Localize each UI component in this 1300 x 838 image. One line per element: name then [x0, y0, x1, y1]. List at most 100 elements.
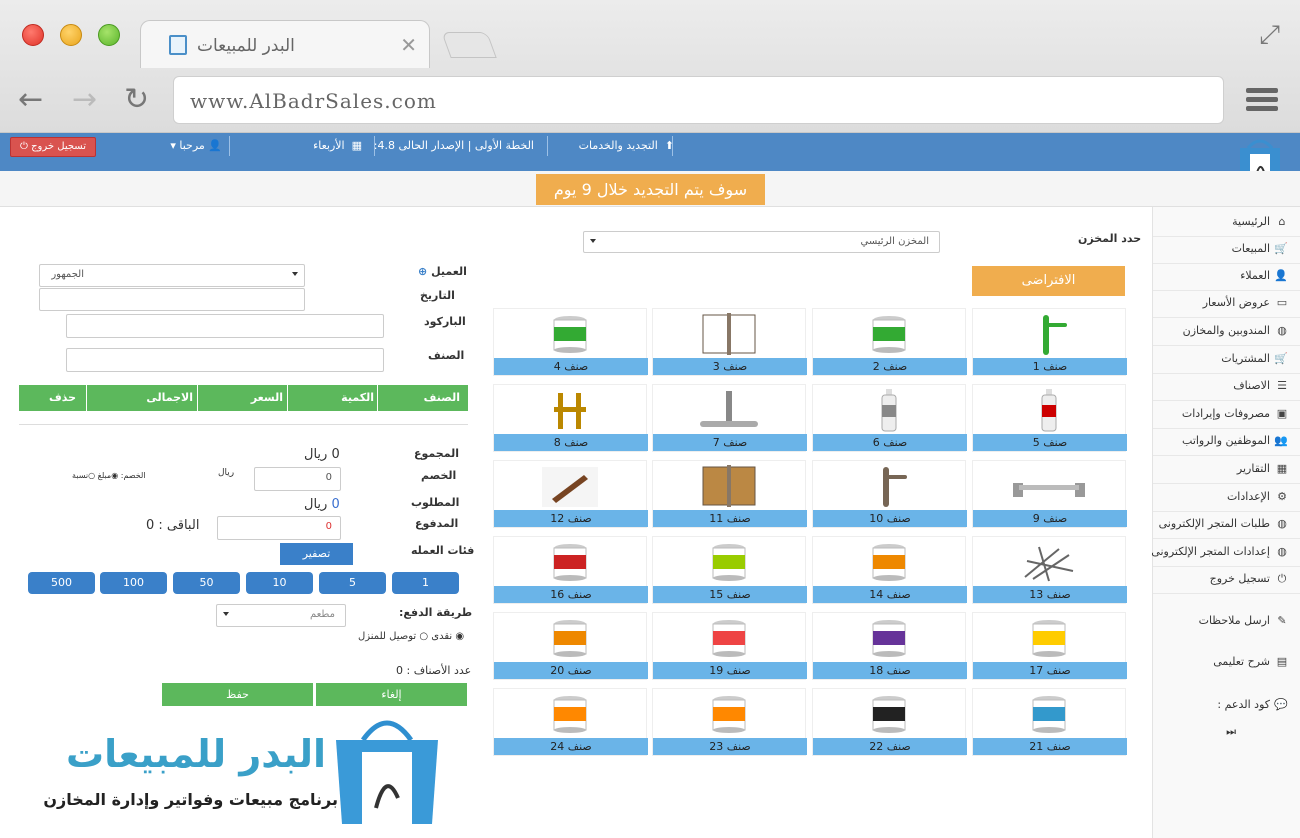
reload-icon[interactable]: ↻: [124, 82, 149, 117]
discount-input[interactable]: 0: [254, 467, 341, 491]
sidebar-item-label: طلبات المتجر الإلكترونى: [1158, 517, 1270, 530]
product-tile[interactable]: صنف 22: [812, 688, 967, 756]
sidebar-item-8[interactable]: 👥 الموظفين والرواتب: [1182, 434, 1288, 447]
logout-button[interactable]: ⏻ تسجيل خروج: [10, 137, 96, 157]
product-tile[interactable]: صنف 9: [972, 460, 1127, 528]
product-tile[interactable]: صنف 21: [972, 688, 1127, 756]
product-label: صنف 23: [653, 738, 807, 755]
sidebar-item-4[interactable]: ◍ المندوبين والمخازن: [1183, 324, 1288, 337]
product-tile[interactable]: صنف 8: [493, 384, 648, 452]
denomination-button[interactable]: 10: [246, 572, 313, 594]
cancel-button[interactable]: إلغاء: [316, 683, 467, 706]
product-tile[interactable]: صنف 19: [652, 612, 807, 680]
product-tile[interactable]: صنف 4: [493, 308, 648, 376]
product-tile[interactable]: صنف 1: [972, 308, 1127, 376]
new-tab-button[interactable]: [441, 32, 497, 58]
welcome-dropdown[interactable]: 👤 مرحبا ▾: [170, 139, 222, 152]
list-icon: ☰: [1277, 379, 1287, 392]
hook-icon: [542, 467, 598, 507]
product-tile[interactable]: صنف 24: [493, 688, 648, 756]
top-navbar: ⬆ التجديد والخدمات الخطة الأولى | الإصدا…: [0, 133, 1300, 171]
next-icon[interactable]: ⏭: [1226, 725, 1236, 739]
forward-icon[interactable]: →: [72, 82, 97, 117]
close-window-button[interactable]: [22, 24, 44, 46]
product-tile[interactable]: صنف 20: [493, 612, 648, 680]
sidebar-item-label: إعدادات المتجر الإلكترونى: [1151, 545, 1270, 558]
denomination-button[interactable]: 50: [173, 572, 240, 594]
sidebar-item-3[interactable]: ▭ عروض الأسعار: [1203, 296, 1288, 309]
paid-input[interactable]: 0: [217, 516, 341, 540]
product-tile[interactable]: صنف 12: [493, 460, 648, 528]
denomination-button[interactable]: 500: [28, 572, 95, 594]
sidebar-item-9[interactable]: ▦ التقارير: [1237, 462, 1288, 475]
product-tile[interactable]: صنف 15: [652, 536, 807, 604]
customer-select[interactable]: الجمهور: [39, 264, 305, 287]
save-button[interactable]: حفظ: [162, 683, 313, 706]
sidebar-item-15[interactable]: ▤ شرح تعليمى: [1213, 655, 1288, 668]
add-customer-icon[interactable]: ⊕: [418, 265, 427, 278]
product-label: صنف 8: [494, 434, 648, 451]
default-category-button[interactable]: الافتراضى: [972, 266, 1125, 296]
product-tile[interactable]: صنف 13: [972, 536, 1127, 604]
barcode-input[interactable]: [66, 314, 384, 338]
product-tile[interactable]: صنف 18: [812, 612, 967, 680]
product-tile[interactable]: صنف 3: [652, 308, 807, 376]
denomination-button[interactable]: 1: [392, 572, 459, 594]
sidebar-item-0[interactable]: ⌂ الرئيسية: [1232, 215, 1288, 228]
product-tile[interactable]: صنف 17: [972, 612, 1127, 680]
browser-menu-icon[interactable]: [1246, 88, 1278, 114]
warehouse-select[interactable]: المخزن الرئيسي: [583, 231, 940, 253]
product-tile[interactable]: صنف 23: [652, 688, 807, 756]
sidebar-item-5[interactable]: 🛒 المشتريات: [1221, 352, 1288, 365]
item-input[interactable]: [66, 348, 384, 372]
sidebar-item-14[interactable]: ✎ ارسل ملاحظات: [1199, 614, 1288, 627]
sidebar-item-13[interactable]: ⏻ تسجيل خروج: [1210, 572, 1288, 586]
back-icon[interactable]: ←: [18, 82, 43, 117]
sidebar-item-1[interactable]: 🛒 المبيعات: [1232, 242, 1288, 255]
product-label: صنف 1: [973, 358, 1127, 375]
favicon-icon: [169, 35, 187, 55]
address-bar[interactable]: www.AlBadrSales.com: [173, 76, 1224, 124]
sidebar-item-6[interactable]: ☰ الاصناف: [1233, 379, 1288, 392]
payment-select[interactable]: مطعم: [216, 604, 346, 627]
discount-type[interactable]: الخصم: ◉مبلغ ○نسبة: [72, 471, 146, 480]
product-tile[interactable]: صنف 6: [812, 384, 967, 452]
sidebar-item-10[interactable]: ⚙ الإعدادات: [1227, 490, 1288, 503]
sidebar-item-11[interactable]: ◍ طلبات المتجر الإلكترونى: [1159, 517, 1288, 530]
paint-can-icon: [712, 544, 746, 581]
order-type-radio[interactable]: ◉ نقدى ○ توصيل للمنزل: [358, 631, 464, 642]
product-tile[interactable]: صنف 5: [972, 384, 1127, 452]
sidebar-item-label: كود الدعم :: [1217, 698, 1270, 711]
required-label: المطلوب: [411, 496, 460, 509]
sidebar-item-12[interactable]: ◍ إعدادات المتجر الإلكترونى: [1151, 545, 1288, 558]
minimize-window-button[interactable]: [60, 24, 82, 46]
denomination-button[interactable]: 100: [100, 572, 167, 594]
updates-link[interactable]: ⬆ التجديد والخدمات: [579, 139, 674, 152]
maximize-window-button[interactable]: [98, 24, 120, 46]
product-label: صنف 12: [494, 510, 648, 527]
product-tile[interactable]: صنف 7: [652, 384, 807, 452]
customer-label: العميل ⊕: [418, 265, 467, 278]
spray-can-icon: [881, 389, 897, 432]
product-label: صنف 14: [813, 586, 967, 603]
product-tile[interactable]: صنف 16: [493, 536, 648, 604]
date-input[interactable]: [39, 288, 305, 311]
barcode-label: الباركود: [424, 315, 466, 328]
sidebar-item-label: المبيعات: [1231, 242, 1270, 255]
product-tile[interactable]: صنف 10: [812, 460, 967, 528]
denomination-button[interactable]: 5: [319, 572, 386, 594]
product-tile[interactable]: صنف 11: [652, 460, 807, 528]
sidebar-item-16[interactable]: 💬 كود الدعم :: [1217, 698, 1288, 711]
day-info: ▦ الأربعاء: [313, 139, 362, 152]
sidebar-item-2[interactable]: 👤 العملاء: [1240, 269, 1288, 282]
browser-tab[interactable]: البدر للمبيعات ✕: [140, 20, 430, 68]
brand-bag-icon: [336, 720, 438, 824]
reset-button[interactable]: تصفير: [280, 543, 353, 565]
close-tab-icon[interactable]: ✕: [400, 33, 417, 57]
product-tile[interactable]: صنف 2: [812, 308, 967, 376]
fullscreen-icon[interactable]: ⤢: [1259, 20, 1280, 51]
paint-can-icon: [872, 544, 906, 581]
paint-can-icon: [872, 620, 906, 657]
product-tile[interactable]: صنف 14: [812, 536, 967, 604]
sidebar-item-7[interactable]: ▣ مصروفات وإيرادات: [1182, 407, 1288, 420]
